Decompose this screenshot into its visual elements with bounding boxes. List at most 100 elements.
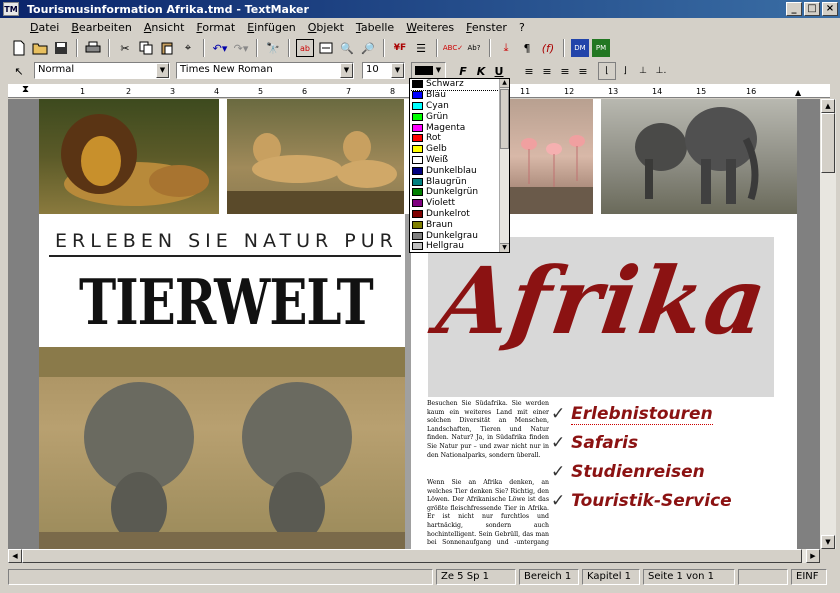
scroll-left-icon[interactable]: ◀ xyxy=(8,549,22,563)
format-painter-icon[interactable]: ⌖ xyxy=(179,39,197,57)
status-position: Ze 5 Sp 1 xyxy=(436,569,516,585)
database-icon[interactable]: DM xyxy=(571,39,589,57)
color-option[interactable]: Grün xyxy=(410,111,509,122)
lion-photo[interactable] xyxy=(39,99,219,214)
text-color-button[interactable]: ▼ xyxy=(411,62,446,79)
copy-icon[interactable] xyxy=(137,39,155,57)
zoom-icon[interactable]: 🔍 xyxy=(338,39,356,57)
color-option[interactable]: Cyan xyxy=(410,101,509,112)
justify-icon[interactable]: ≡ xyxy=(574,62,592,80)
redo-icon[interactable]: ↷▾ xyxy=(232,39,250,57)
body-paragraph-1[interactable]: Besuchen Sie Südafrika. Sie werden kaum … xyxy=(427,400,549,460)
app-icon[interactable]: TM xyxy=(3,2,19,16)
font-size-select[interactable]: 10 ▼ xyxy=(362,62,405,79)
chevron-down-icon[interactable]: ▼ xyxy=(340,63,353,78)
menu-einfuegen[interactable]: Einfügen xyxy=(241,21,302,34)
scroll-thumb[interactable] xyxy=(500,89,509,149)
chevron-down-icon[interactable]: ▼ xyxy=(433,64,444,77)
flamingos-photo[interactable] xyxy=(509,99,593,214)
menu-weiteres[interactable]: Weiteres xyxy=(400,21,460,34)
formula-icon[interactable]: (f) xyxy=(539,39,557,57)
planmaker-icon[interactable]: PM xyxy=(592,39,610,57)
color-swatch-icon xyxy=(412,242,423,251)
find-icon[interactable]: 🔭 xyxy=(264,39,282,57)
tab-decimal-icon[interactable]: ⊥. xyxy=(652,62,670,80)
chevron-down-icon[interactable]: ▼ xyxy=(391,63,404,78)
dropdown-scrollbar[interactable]: ▲ ▼ xyxy=(499,79,509,252)
color-option[interactable]: Blaugrün xyxy=(410,176,509,187)
color-option[interactable]: Schwarz xyxy=(409,78,510,91)
close-button[interactable]: × xyxy=(822,2,838,16)
menu-format[interactable]: Format xyxy=(190,21,241,34)
menu-bearbeiten[interactable]: Bearbeiten xyxy=(65,21,137,34)
color-option[interactable]: Dunkelgrün xyxy=(410,187,509,198)
align-right-icon[interactable]: ≡ xyxy=(556,62,574,80)
list-item[interactable]: ✓ Touristik-Service xyxy=(551,491,732,511)
color-option[interactable]: Hellgrau xyxy=(410,241,509,252)
vertical-scrollbar[interactable]: ▲ ▼ xyxy=(820,99,836,549)
scroll-up-icon[interactable]: ▲ xyxy=(821,99,835,113)
color-option[interactable]: Dunkelgrau xyxy=(410,230,509,241)
page-view-icon[interactable]: 🔎 xyxy=(359,39,377,57)
chevron-down-icon[interactable]: ▼ xyxy=(156,63,169,78)
menu-objekt[interactable]: Objekt xyxy=(302,21,350,34)
pointer-icon[interactable]: ↖ xyxy=(10,62,28,80)
style-select[interactable]: Normal ▼ xyxy=(34,62,170,79)
paragraph-marks-icon[interactable]: ¶ xyxy=(518,39,536,57)
color-option-label: Weiß xyxy=(426,154,449,165)
open-folder-icon[interactable] xyxy=(31,39,49,57)
insert-break-icon[interactable]: ⤓ xyxy=(497,39,515,57)
menu-help[interactable]: ? xyxy=(513,21,531,34)
scroll-thumb[interactable] xyxy=(22,549,802,563)
tab-left-icon[interactable]: ⌊ xyxy=(598,62,616,80)
scroll-down-icon[interactable]: ▼ xyxy=(500,243,509,252)
minimize-button[interactable]: _ xyxy=(786,2,802,16)
frame-icon[interactable] xyxy=(317,39,335,57)
color-option[interactable]: Blau xyxy=(410,90,509,101)
spellcheck-icon[interactable]: ABC✓ xyxy=(443,39,463,57)
ruler-right-margin-icon[interactable]: ▲ xyxy=(795,88,801,97)
color-option[interactable]: Rot xyxy=(410,133,509,144)
font-select[interactable]: Times New Roman ▼ xyxy=(176,62,354,79)
color-dropdown[interactable]: Schwarz Blau Cyan Grün Magenta Rot Gelb Weiß Dun… xyxy=(409,78,510,253)
body-paragraph-2[interactable]: Wenn Sie an Afrika denken, an welches Ti… xyxy=(427,479,549,547)
menu-ansicht[interactable]: Ansicht xyxy=(138,21,191,34)
list-item[interactable]: ✓ Studienreisen xyxy=(551,462,705,482)
align-center-icon[interactable]: ≡ xyxy=(538,62,556,80)
scroll-up-icon[interactable]: ▲ xyxy=(500,79,509,88)
bullets-icon[interactable]: ☰ xyxy=(412,39,430,57)
scroll-right-icon[interactable]: ▶ xyxy=(806,549,820,563)
menu-tabelle[interactable]: Tabelle xyxy=(350,21,400,34)
cut-icon[interactable]: ✂ xyxy=(116,39,134,57)
align-left-icon[interactable]: ≡ xyxy=(520,62,538,80)
undo-icon[interactable]: ↶▾ xyxy=(211,39,229,57)
rhinos-photo[interactable] xyxy=(39,347,405,549)
thesaurus-icon[interactable]: Ab? xyxy=(465,39,483,57)
menu-fenster[interactable]: Fenster xyxy=(460,21,513,34)
color-option[interactable]: Violett xyxy=(410,198,509,209)
maximize-button[interactable]: □ xyxy=(804,2,820,16)
color-option[interactable]: Dunkelblau xyxy=(410,165,509,176)
scroll-thumb[interactable] xyxy=(821,113,835,173)
save-icon[interactable] xyxy=(52,39,70,57)
paste-icon[interactable] xyxy=(158,39,176,57)
horizontal-scrollbar[interactable]: ◀ ▶ xyxy=(8,549,820,563)
ruler-indent-marker-icon[interactable]: ⧗ xyxy=(22,84,29,95)
color-option[interactable]: Dunkelrot xyxy=(410,209,509,220)
field-icon[interactable]: ab xyxy=(296,39,314,57)
list-item[interactable]: ✓ Safaris xyxy=(551,433,638,453)
color-option[interactable]: Braun xyxy=(410,219,509,230)
color-option[interactable]: Gelb xyxy=(410,144,509,155)
scroll-down-icon[interactable]: ▼ xyxy=(821,535,835,549)
new-document-icon[interactable] xyxy=(10,39,28,57)
list-item[interactable]: ✓ Erlebnistouren xyxy=(551,404,713,425)
style-icon[interactable]: ¥F xyxy=(391,39,409,57)
cheetahs-photo[interactable] xyxy=(227,99,404,214)
print-icon[interactable] xyxy=(84,39,102,57)
tab-center-icon[interactable]: ⊥ xyxy=(634,62,652,80)
elephants-photo[interactable] xyxy=(601,99,797,214)
tab-right-icon[interactable]: ⌋ xyxy=(616,62,634,80)
color-option[interactable]: Magenta xyxy=(410,122,509,133)
menu-datei[interactable]: Datei xyxy=(24,21,65,34)
color-option[interactable]: Weiß xyxy=(410,155,509,166)
